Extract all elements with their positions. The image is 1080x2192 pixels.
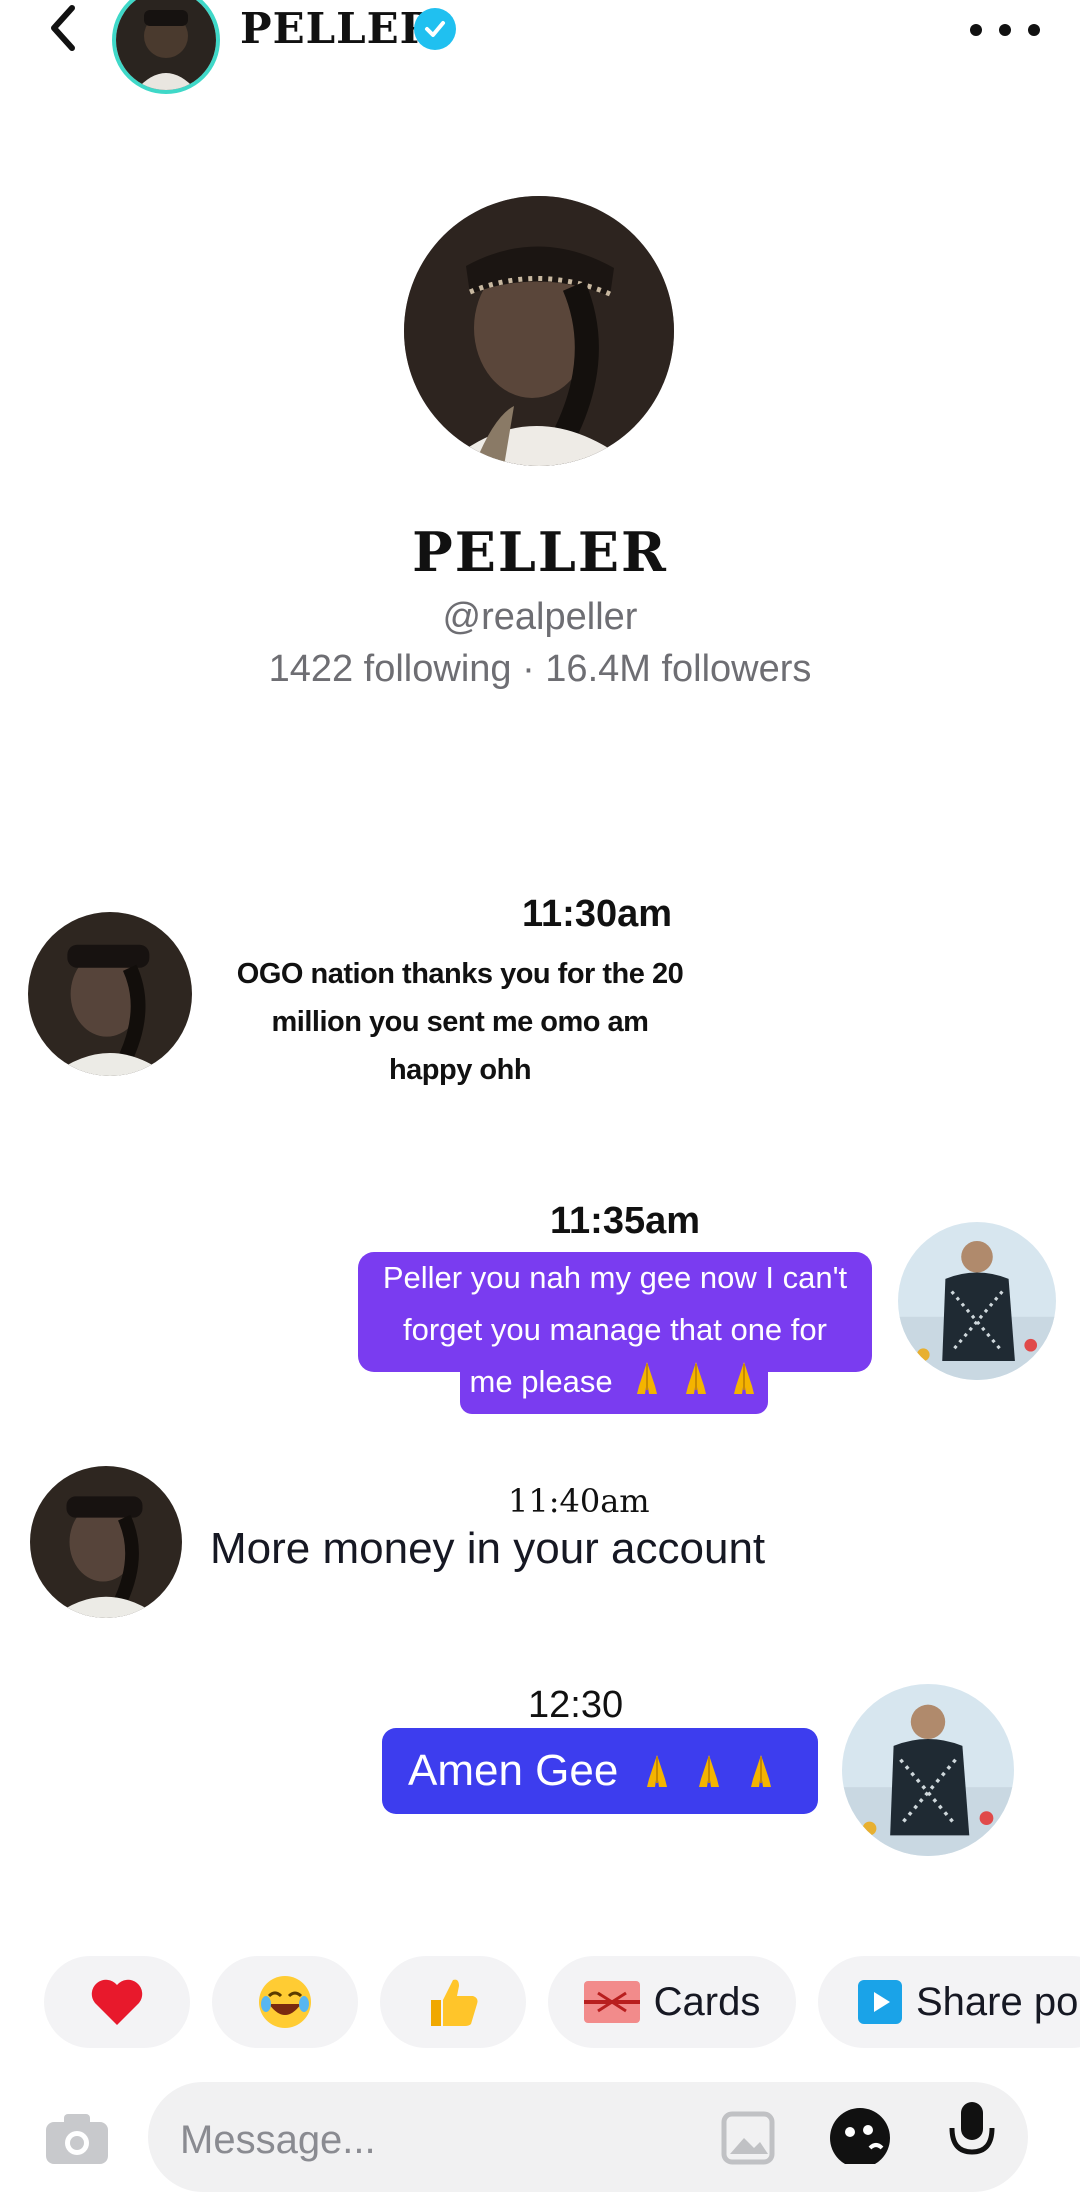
like-reaction-button[interactable] xyxy=(380,1956,526,2048)
profile-handle: @realpeller xyxy=(442,596,638,638)
folded-hands-emoji-icon xyxy=(646,1755,667,1787)
message-time: 11:40am xyxy=(508,1482,650,1520)
more-options-button[interactable] xyxy=(970,10,1040,50)
heart-emoji-icon xyxy=(91,1979,143,2025)
message-time: 11:30am xyxy=(522,893,673,935)
header-name[interactable]: PELLER xyxy=(240,4,436,53)
more-dot xyxy=(999,24,1011,36)
microphone-button[interactable] xyxy=(944,2100,1000,2160)
sticker-button[interactable] xyxy=(826,2104,894,2168)
image-icon xyxy=(721,2111,775,2165)
profile-stats: 1422 following · 16.4M followers xyxy=(268,648,812,690)
laugh-reaction-button[interactable] xyxy=(212,1956,358,2048)
folded-hands-emoji-icon xyxy=(734,1362,755,1394)
folded-hands-emoji-icon xyxy=(685,1362,706,1394)
message-time: 11:35am xyxy=(550,1200,701,1242)
message-line: forget you manage that one for xyxy=(403,1312,827,1347)
message-bubble[interactable]: Amen Gee xyxy=(382,1728,818,1814)
thumbs-up-emoji-icon xyxy=(431,1979,478,2026)
message-text[interactable]: More money in your account xyxy=(210,1524,765,1574)
folded-hands-emoji-icon xyxy=(637,1362,658,1394)
share-play-icon xyxy=(858,1980,902,2024)
profile-avatar[interactable] xyxy=(404,196,674,466)
message-line: million you sent me omo am xyxy=(271,1006,649,1038)
my-avatar[interactable] xyxy=(842,1684,1014,1856)
my-avatar[interactable] xyxy=(898,1222,1056,1380)
message-line: OGO nation thanks you for the 20 xyxy=(236,958,684,990)
message-bubble-tail[interactable]: me please xyxy=(460,1356,768,1414)
profile-name: PELLER xyxy=(412,520,668,584)
heart-reaction-button[interactable] xyxy=(44,1956,190,2048)
gift-card-icon xyxy=(583,1981,640,2023)
laughing-emoji-icon xyxy=(259,1976,311,2028)
message-text[interactable]: OGO nation thanks you for the 20 million… xyxy=(220,950,700,1094)
message-line: Peller you nah my gee now I can't xyxy=(382,1260,848,1295)
more-dot xyxy=(1028,24,1040,36)
header-avatar[interactable] xyxy=(112,0,220,94)
folded-hands-emoji-icon xyxy=(751,1755,772,1787)
more-dot xyxy=(970,24,982,36)
camera-icon xyxy=(46,2114,108,2164)
share-label: Share po xyxy=(916,1979,1079,2024)
folded-hands-emoji-icon xyxy=(698,1755,719,1787)
message-time: 12:30 xyxy=(528,1684,624,1726)
verified-badge-icon xyxy=(414,8,456,50)
sender-avatar[interactable] xyxy=(30,1466,182,1618)
sticker-icon xyxy=(830,2108,890,2168)
message-text: Amen Gee xyxy=(408,1746,619,1795)
camera-button[interactable] xyxy=(42,2110,112,2166)
microphone-icon xyxy=(949,2102,995,2155)
sender-avatar[interactable] xyxy=(28,912,192,1076)
cards-button[interactable]: Cards xyxy=(548,1956,796,2048)
message-bubble[interactable]: Peller you nah my gee now I can't forget… xyxy=(358,1252,872,1372)
message-input-placeholder: Message... xyxy=(180,2118,376,2162)
chevron-left-icon xyxy=(51,5,75,51)
message-line: me please xyxy=(469,1364,613,1399)
message-line: happy ohh xyxy=(388,1054,532,1086)
back-button[interactable] xyxy=(36,0,96,60)
image-button[interactable] xyxy=(720,2110,780,2166)
share-post-button[interactable]: Share po xyxy=(818,1956,1080,2048)
cards-label: Cards xyxy=(653,1979,761,2024)
